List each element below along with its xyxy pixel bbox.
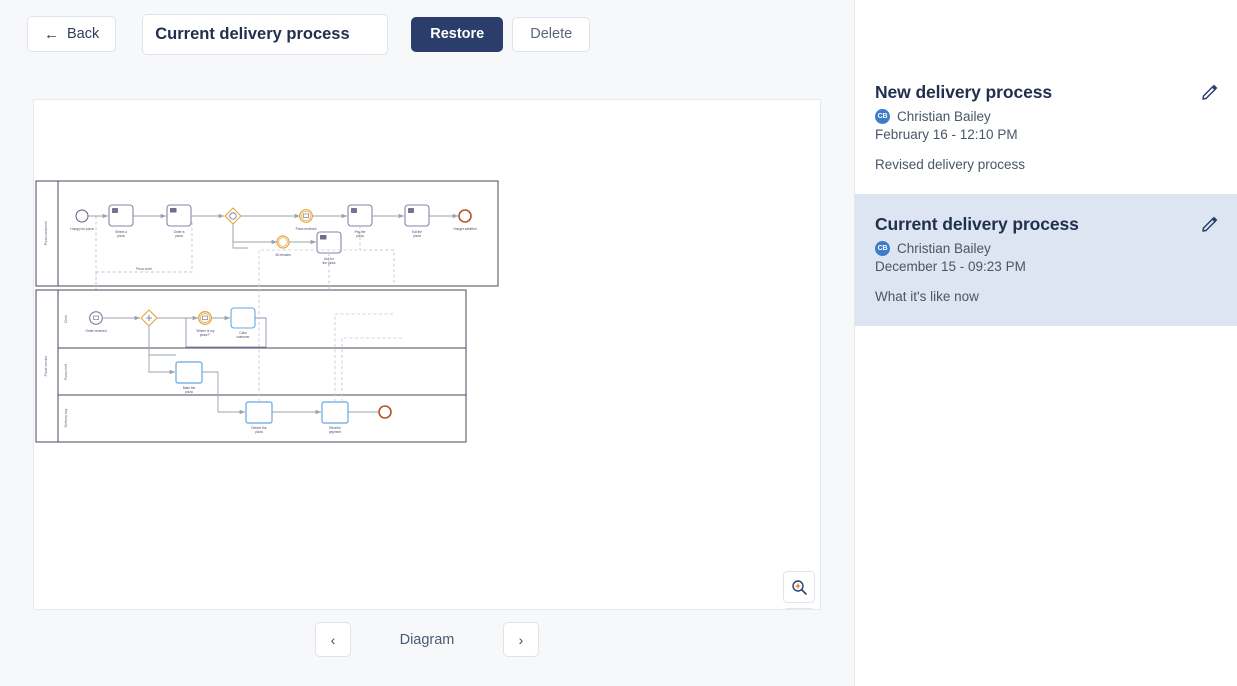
diagram-pager: ‹ Diagram ›	[33, 622, 821, 657]
zoom-reset-button[interactable]	[783, 608, 815, 609]
avatar: CB	[875, 241, 890, 256]
main-panel: ← Back Restore Delete	[0, 0, 855, 686]
svg-text:Hunger satisfied: Hunger satisfied	[453, 227, 476, 231]
zoom-controls	[783, 571, 815, 609]
version-description: What it's like now	[875, 289, 979, 304]
magnifier-plus-icon	[791, 579, 807, 595]
chevron-right-icon: ›	[518, 631, 524, 648]
svg-text:Clerk: Clerk	[64, 315, 68, 323]
svg-text:pizza: pizza	[413, 234, 421, 238]
svg-text:Hungry for pizza: Hungry for pizza	[70, 227, 93, 231]
svg-text:customer: customer	[236, 335, 250, 339]
svg-text:payment: payment	[329, 430, 341, 434]
delete-button-label: Delete	[530, 26, 573, 42]
version-date: December 15 - 09:23 PM	[875, 259, 1026, 274]
previous-page-button[interactable]: ‹	[315, 622, 351, 657]
svg-text:pizza: pizza	[117, 234, 125, 238]
zoom-in-button[interactable]	[783, 571, 815, 603]
back-button[interactable]: ← Back	[27, 16, 117, 52]
version-date: February 16 - 12:10 PM	[875, 127, 1018, 142]
svg-text:pizza: pizza	[175, 234, 183, 238]
svg-text:Pizza chef: Pizza chef	[64, 364, 68, 380]
diagram-canvas[interactable]: Pizza customer Pizza order Hungry for pi…	[33, 99, 821, 610]
svg-text:Pizza vendor: Pizza vendor	[44, 355, 48, 377]
svg-text:pizza: pizza	[255, 430, 263, 434]
arrow-left-icon: ←	[44, 25, 59, 43]
diagram-title-input[interactable]	[142, 13, 389, 55]
version-author-name: Christian Bailey	[897, 109, 991, 124]
version-history-sidebar: New delivery process CB Christian Bailey…	[855, 0, 1237, 686]
svg-text:Pizza order: Pizza order	[136, 267, 153, 271]
version-author-name: Christian Bailey	[897, 241, 991, 256]
edit-pencil-icon[interactable]	[1201, 215, 1219, 233]
version-item-0[interactable]: New delivery process CB Christian Bailey…	[855, 62, 1237, 194]
back-button-label: Back	[67, 26, 100, 42]
version-description: Revised delivery process	[875, 157, 1026, 172]
delete-button[interactable]: Delete	[512, 16, 591, 52]
svg-text:Delivery boy: Delivery boy	[64, 408, 68, 427]
version-item-1[interactable]: Current delivery process CB Christian Ba…	[855, 194, 1237, 326]
svg-text:Pizza received: Pizza received	[296, 227, 317, 231]
avatar: CB	[875, 109, 890, 124]
restore-button-label: Restore	[430, 26, 485, 42]
svg-text:pizza: pizza	[185, 390, 193, 394]
svg-text:Order received: Order received	[85, 329, 106, 333]
bpmn-diagram-svg: Pizza customer Pizza order Hungry for pi…	[35, 180, 499, 443]
svg-text:Pizza customer: Pizza customer	[44, 220, 48, 245]
version-author: CB Christian Bailey	[875, 241, 1215, 256]
current-page-label: Diagram	[399, 631, 455, 648]
version-title: Current delivery process	[875, 214, 1079, 234]
edit-pencil-icon[interactable]	[1201, 83, 1219, 101]
toolbar: ← Back Restore Delete	[0, 0, 854, 68]
version-author: CB Christian Bailey	[875, 109, 1215, 124]
chevron-left-icon: ‹	[330, 631, 336, 648]
next-page-button[interactable]: ›	[503, 622, 539, 657]
svg-text:pizza?": pizza?"	[200, 333, 210, 337]
bpmn-diagram: Pizza customer Pizza order Hungry for pi…	[34, 100, 820, 609]
svg-text:45 minutes: 45 minutes	[275, 253, 291, 257]
version-history-page: ← Back Restore Delete	[0, 0, 1237, 686]
restore-button[interactable]: Restore	[411, 16, 504, 52]
version-title: New delivery process	[875, 82, 1052, 102]
